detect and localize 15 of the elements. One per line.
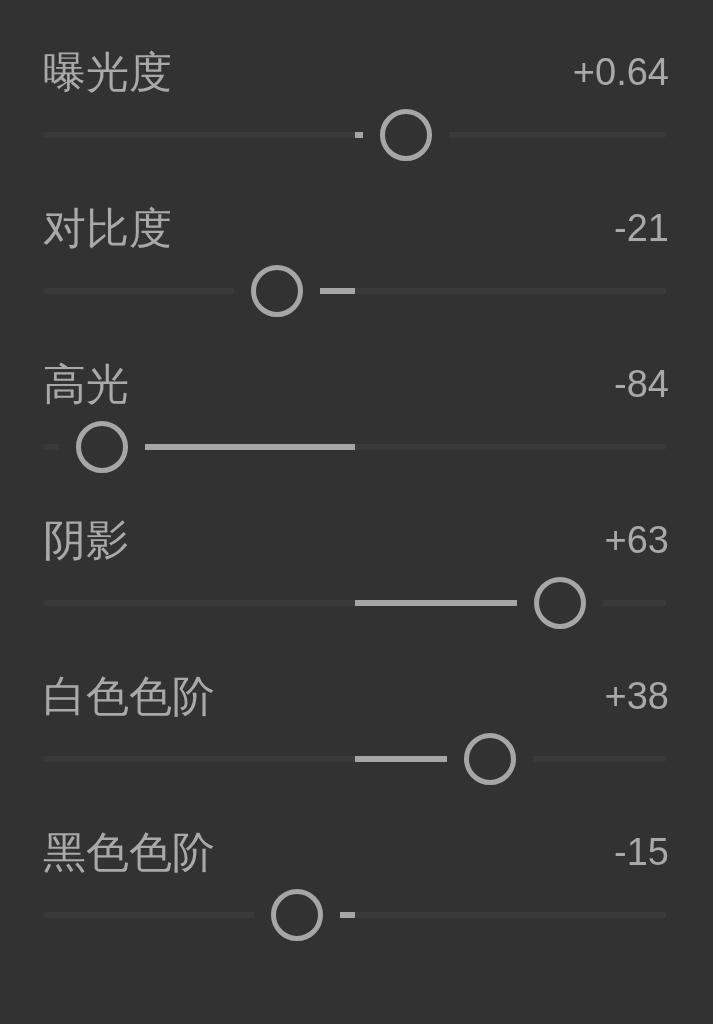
slider-label: 阴影 <box>43 516 129 564</box>
slider-value: +63 <box>604 518 669 563</box>
slider-label: 高光 <box>43 360 129 408</box>
slider-center-fill <box>320 288 355 294</box>
slider-value: -21 <box>614 206 669 251</box>
slider-label: 白色色阶 <box>43 672 215 720</box>
slider-value: -84 <box>614 362 669 407</box>
slider-center-fill <box>354 132 363 138</box>
slider-value: +38 <box>604 674 669 719</box>
slider-value: +0.64 <box>572 50 669 95</box>
slider-value: -15 <box>614 830 669 875</box>
slider-center-fill <box>340 912 355 918</box>
slider-label: 对比度 <box>43 204 172 252</box>
slider-label: 黑色色阶 <box>43 828 215 876</box>
slider-label: 曝光度 <box>43 48 172 96</box>
